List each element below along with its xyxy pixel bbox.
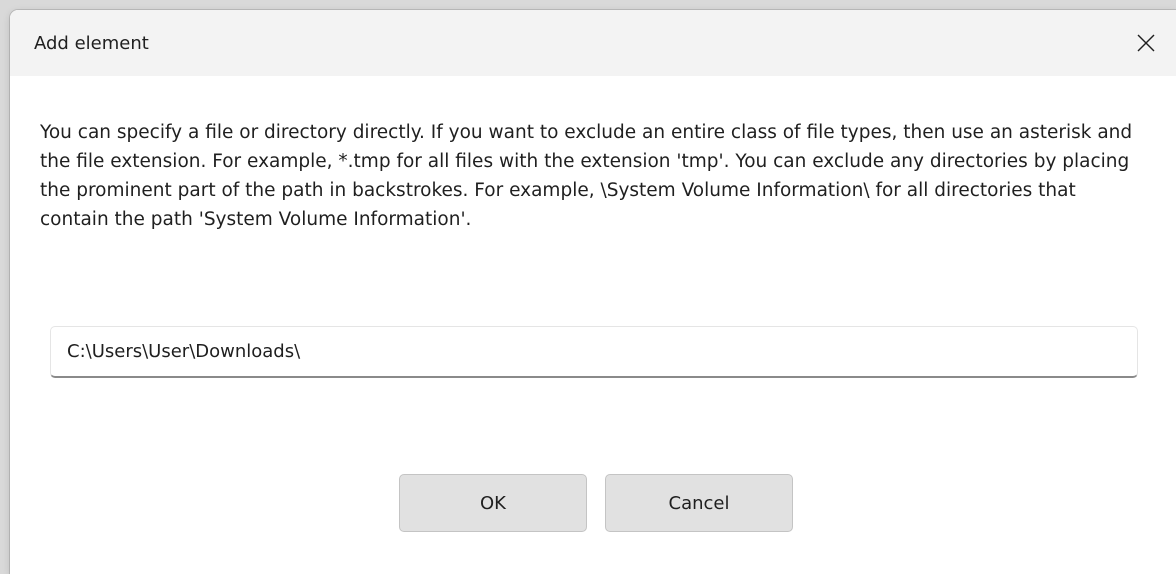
path-input[interactable] [50, 326, 1138, 378]
instructions-text: You can specify a file or directory dire… [40, 122, 1133, 230]
title-bar: Add element [10, 10, 1176, 76]
cancel-button[interactable]: Cancel [605, 474, 793, 532]
ok-button[interactable]: OK [399, 474, 587, 532]
dialog-title: Add element [34, 33, 149, 54]
close-button[interactable] [1116, 10, 1176, 76]
add-element-dialog: Add element You can specify a file or di… [10, 10, 1176, 574]
close-icon [1137, 34, 1155, 52]
